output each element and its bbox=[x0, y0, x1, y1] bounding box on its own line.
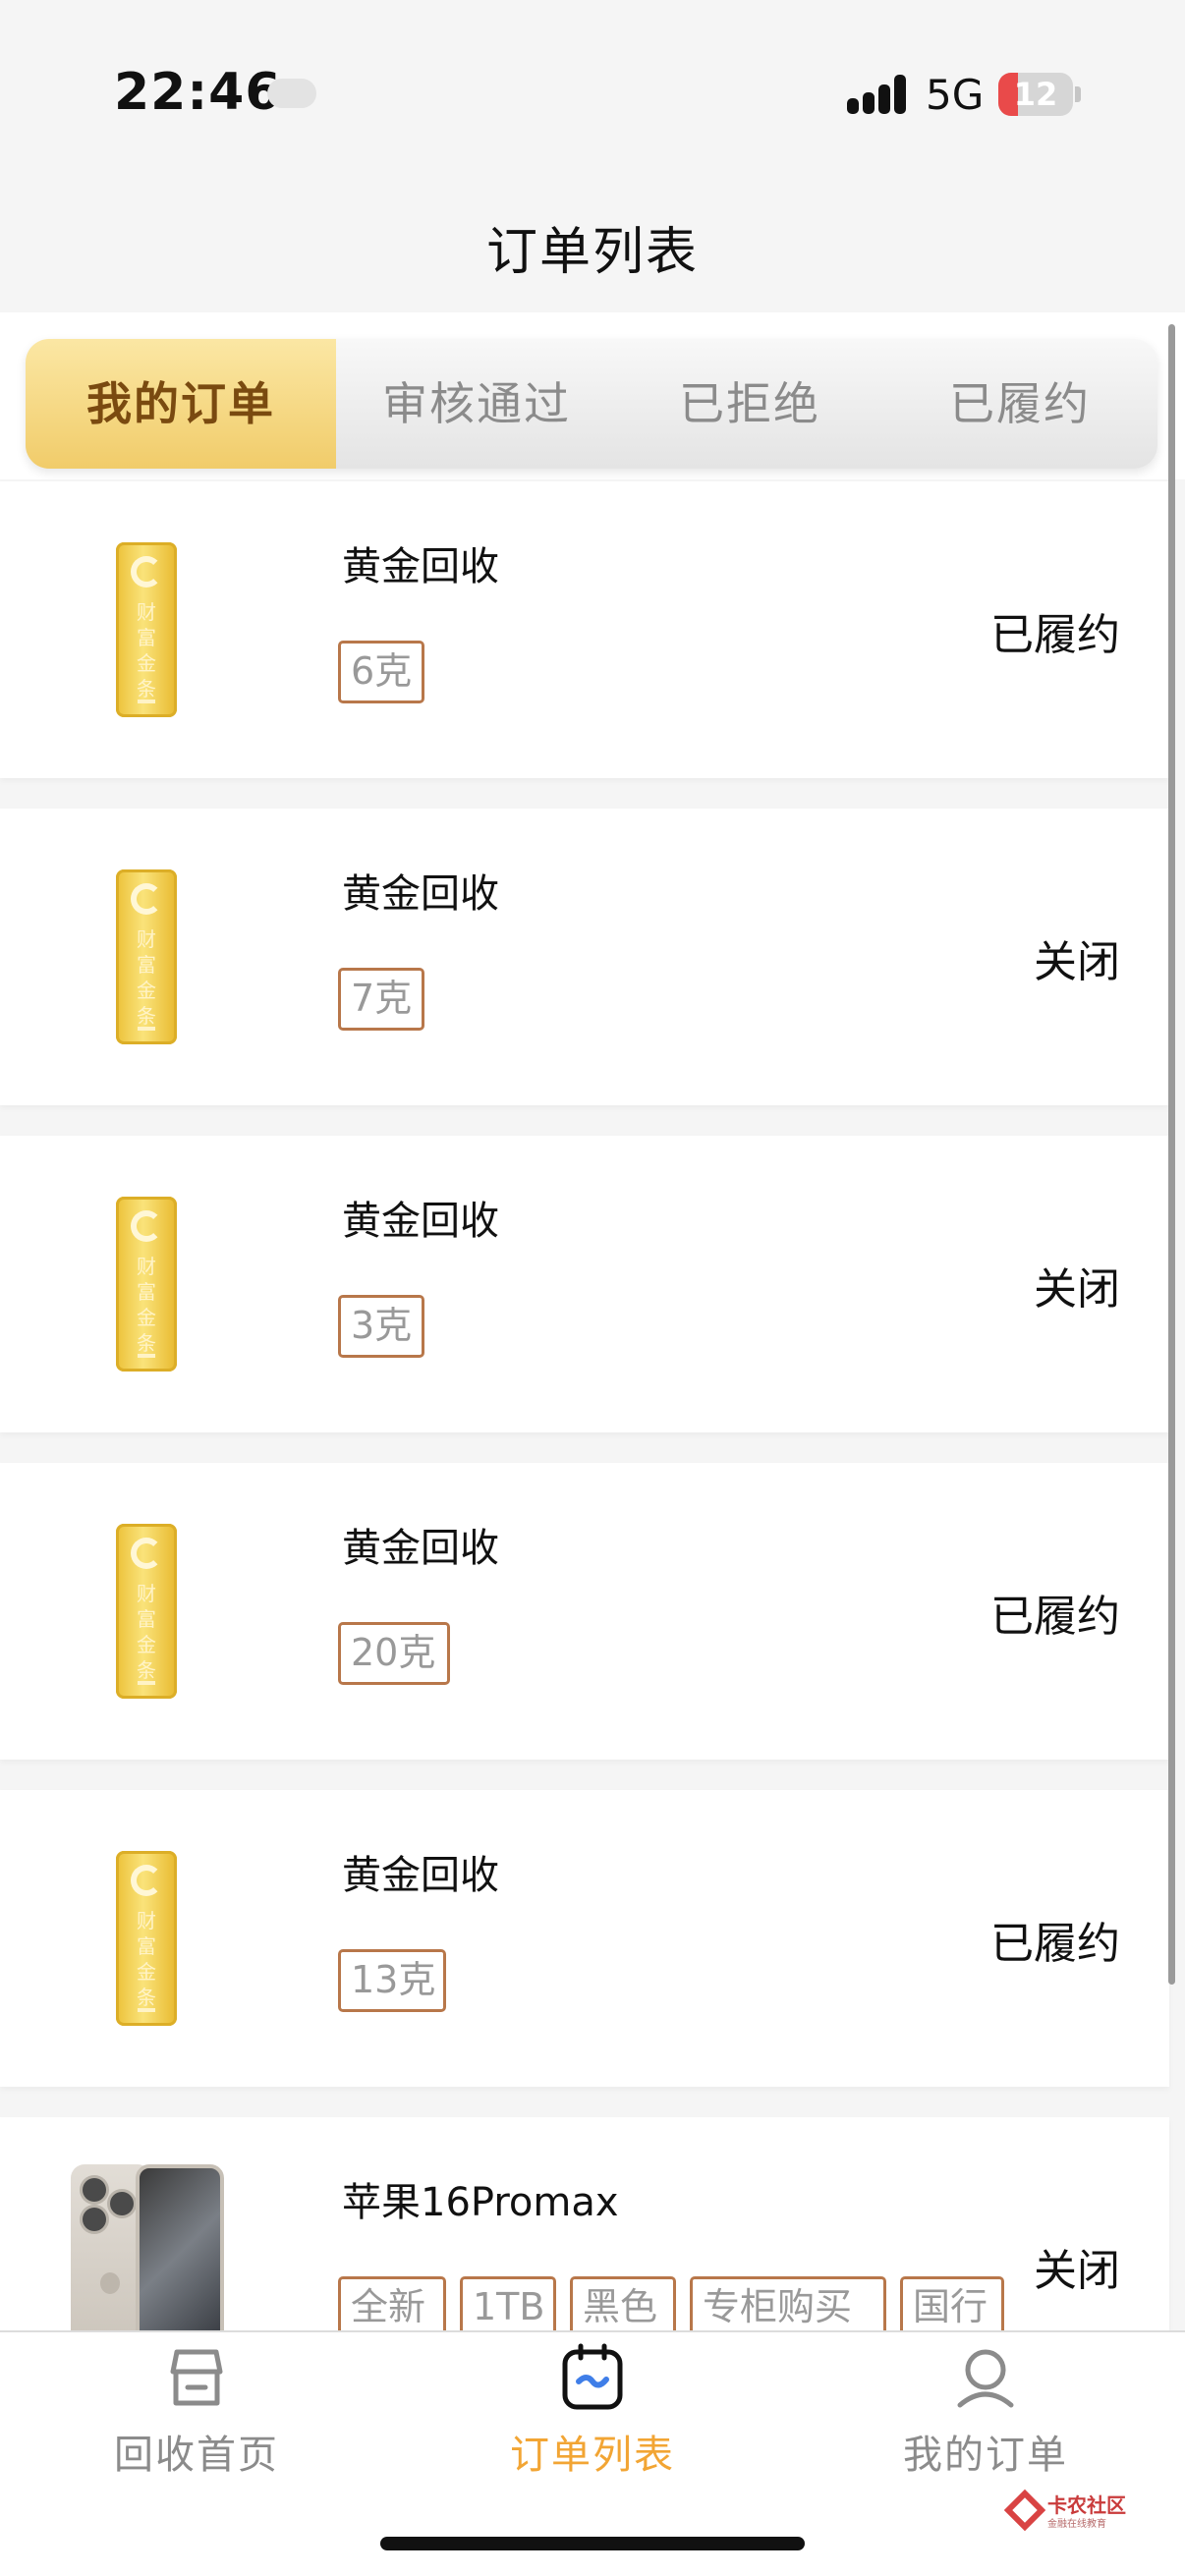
order-title: 黄金回收 bbox=[342, 1199, 499, 1244]
order-title: 苹果16Promax bbox=[342, 2180, 619, 2225]
page-title: 订单列表 bbox=[485, 223, 699, 282]
store-icon bbox=[170, 2349, 223, 2406]
order-title: 黄金回收 bbox=[342, 1526, 499, 1571]
nav-order-list[interactable]: 订单列表 bbox=[445, 2332, 740, 2480]
order-status: 关闭 bbox=[1034, 2246, 1120, 2296]
home-indicator bbox=[380, 2537, 805, 2550]
nav-recycle-home[interactable]: 回收首页 bbox=[49, 2332, 344, 2480]
nav-label: 订单列表 bbox=[510, 2433, 675, 2478]
tab-approved[interactable]: 审核通过 bbox=[336, 339, 617, 469]
order-card[interactable]: 财富金条 黄金回收 20克 已履约 bbox=[0, 1463, 1169, 1760]
battery-cap bbox=[1075, 86, 1081, 102]
order-title: 黄金回收 bbox=[342, 871, 499, 917]
order-spec-tag: 6克 bbox=[338, 641, 424, 703]
order-status: 已履约 bbox=[990, 1592, 1120, 1642]
order-title: 黄金回收 bbox=[342, 544, 499, 589]
app-screen: 22:46 5G 12 订单列表 我的订单 审核通过 已拒绝 已履约 财富金条黄… bbox=[0, 0, 1185, 2576]
order-status: 关闭 bbox=[1034, 1264, 1120, 1315]
gold-bar-image: 财富金条 bbox=[116, 1851, 177, 2026]
tab-my-orders[interactable]: 我的订单 bbox=[26, 339, 336, 469]
tab-rejected[interactable]: 已拒绝 bbox=[617, 339, 882, 469]
order-spec-tag: 3克 bbox=[338, 1295, 424, 1358]
scrollbar[interactable] bbox=[1168, 324, 1175, 1985]
user-icon bbox=[957, 2349, 1014, 2408]
order-card[interactable]: 财富金条 黄金回收 6克 已履约 bbox=[0, 481, 1169, 778]
order-list-icon bbox=[562, 2343, 623, 2410]
order-spec-tag: 20克 bbox=[338, 1622, 450, 1685]
battery-level: 12 bbox=[1013, 76, 1058, 113]
order-filter-tabs: 我的订单 审核通过 已拒绝 已履约 bbox=[26, 339, 1157, 469]
order-card[interactable]: 财富金条 黄金回收 7克 关闭 bbox=[0, 809, 1169, 1105]
nav-label: 回收首页 bbox=[114, 2433, 279, 2478]
order-status: 已履约 bbox=[990, 610, 1120, 660]
gold-bar-image: 财富金条 bbox=[116, 542, 177, 717]
order-card[interactable]: 财富金条 黄金回收 13克 已履约 bbox=[0, 1790, 1169, 2087]
watermark-logo: 卡农社区 金融在线教育 bbox=[1003, 2488, 1173, 2532]
status-bar: 22:46 5G 12 bbox=[0, 0, 1185, 187]
watermark-name: 卡农社区 bbox=[1047, 2493, 1126, 2517]
cellular-signal-icon bbox=[847, 73, 910, 120]
network-type: 5G bbox=[926, 71, 985, 119]
gold-bar-image: 财富金条 bbox=[116, 869, 177, 1044]
nav-label: 我的订单 bbox=[903, 2433, 1068, 2478]
order-card[interactable]: 财富金条 黄金回收 3克 关闭 bbox=[0, 1136, 1169, 1432]
order-spec-tag: 13克 bbox=[338, 1949, 446, 2012]
status-blurred-indicator bbox=[267, 79, 316, 108]
status-time: 22:46 bbox=[114, 63, 282, 122]
battery-icon: 12 bbox=[998, 73, 1073, 116]
order-status: 已履约 bbox=[990, 1919, 1120, 1969]
order-status: 关闭 bbox=[1034, 937, 1120, 987]
order-spec-tag: 7克 bbox=[338, 968, 424, 1031]
gold-bar-image: 财富金条 bbox=[116, 1197, 177, 1372]
order-title: 黄金回收 bbox=[342, 1853, 499, 1898]
watermark-subtitle: 金融在线教育 bbox=[1047, 2519, 1106, 2530]
nav-my-orders[interactable]: 我的订单 bbox=[838, 2332, 1133, 2480]
gold-bar-image: 财富金条 bbox=[116, 1524, 177, 1699]
tab-fulfilled[interactable]: 已履约 bbox=[882, 339, 1157, 469]
